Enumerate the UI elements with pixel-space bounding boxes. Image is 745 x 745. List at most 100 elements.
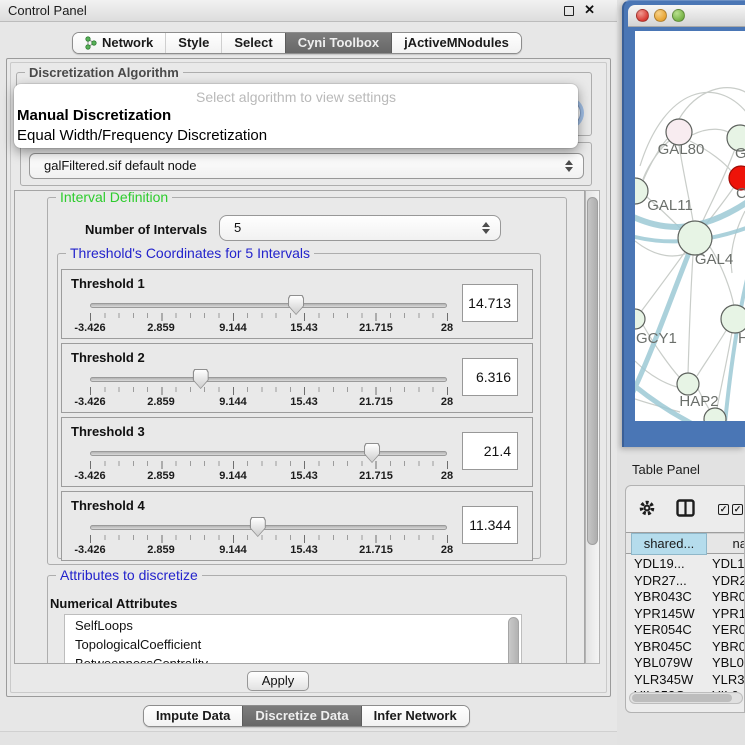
table-horizontal-scrollbar[interactable] xyxy=(629,692,743,704)
threshold-1-label: Threshold 1 xyxy=(71,276,145,291)
discretization-algorithm-label: Discretization Algorithm xyxy=(25,65,183,80)
cell[interactable]: YLR3 xyxy=(712,672,745,689)
select-all-checkbox-icon[interactable]: ✓ xyxy=(732,504,743,515)
minimize-traffic-light-icon[interactable] xyxy=(654,9,667,22)
cell[interactable]: YER054C xyxy=(634,622,692,639)
column-header-shared-name[interactable]: shared... xyxy=(631,533,707,555)
cell[interactable]: YDL1 xyxy=(712,556,745,573)
table-row[interactable]: YDR27... YDR2 xyxy=(626,573,744,590)
table-row[interactable]: YBL079W YBL0 xyxy=(626,655,744,672)
network-node-gal4[interactable] xyxy=(678,221,712,255)
tab-jactivemnodules-label: jActiveMNodules xyxy=(404,33,509,53)
apply-button[interactable]: Apply xyxy=(247,671,309,691)
slider-major-ticks xyxy=(90,535,448,543)
threshold-3-slider-track[interactable] xyxy=(90,451,447,456)
table-row[interactable]: YBR045C YBR0 xyxy=(626,639,744,656)
table-data-combobox[interactable]: galFiltered.sif default node xyxy=(29,153,584,179)
column-header-name[interactable]: na xyxy=(707,533,745,555)
tick-label: 2.859 xyxy=(147,544,175,556)
close-icon[interactable]: ✕ xyxy=(584,2,595,18)
table-row[interactable]: YBR043C YBR0 xyxy=(626,589,744,606)
attributes-group-label: Attributes to discretize xyxy=(56,568,202,583)
tab-impute-data[interactable]: Impute Data xyxy=(144,706,242,726)
float-window-icon[interactable] xyxy=(564,6,574,16)
tick-label: 9.144 xyxy=(219,544,247,556)
number-of-intervals-combobox[interactable]: 5 xyxy=(219,215,501,241)
cell[interactable]: YBR0 xyxy=(712,639,745,656)
node-label-partial: G xyxy=(735,145,745,162)
tab-network[interactable]: Network xyxy=(73,33,165,53)
tick-label: 15.43 xyxy=(290,396,318,408)
option-manual-discretization[interactable]: Manual Discretization xyxy=(14,105,578,125)
threshold-3-slider-thumb[interactable] xyxy=(364,443,380,463)
tab-style[interactable]: Style xyxy=(165,33,221,53)
threshold-2-slider-thumb[interactable] xyxy=(193,369,209,389)
tick-label: -3.426 xyxy=(74,396,105,408)
tick-label: 28 xyxy=(441,396,453,408)
settings-scrollbar[interactable] xyxy=(585,190,600,664)
table-row[interactable]: YDL19... YDL1 xyxy=(626,556,744,573)
node-label-gal80: GAL80 xyxy=(658,141,705,158)
tab-infer-network[interactable]: Infer Network xyxy=(361,706,469,726)
tab-impute-data-label: Impute Data xyxy=(156,706,230,726)
threshold-1-value-field[interactable]: 14.713 xyxy=(462,284,518,322)
cell[interactable]: YBL079W xyxy=(634,655,693,672)
tick-label: 21.715 xyxy=(359,544,393,556)
network-node[interactable] xyxy=(721,305,745,333)
network-node-icon xyxy=(85,36,97,50)
cell[interactable]: YBR043C xyxy=(634,589,692,606)
cell[interactable]: YLR345W xyxy=(634,672,693,689)
tab-jactivemnodules[interactable]: jActiveMNodules xyxy=(391,33,521,53)
threshold-2-value-field[interactable]: 6.316 xyxy=(462,358,518,396)
table-row[interactable]: YER054C YER0 xyxy=(626,622,744,639)
threshold-1-slider-thumb[interactable] xyxy=(288,295,304,315)
threshold-4-value-field[interactable]: 11.344 xyxy=(462,506,518,544)
stepper-arrows-icon xyxy=(565,160,573,172)
table-row[interactable]: YPR145W YPR1 xyxy=(626,606,744,623)
tick-label: -3.426 xyxy=(74,544,105,556)
network-graph[interactable]: GAL80 G C GAL11 GAL4 GCY1 H HAP2 xyxy=(635,31,745,421)
tab-discretize-data[interactable]: Discretize Data xyxy=(242,706,360,726)
list-item[interactable]: SelfLoops xyxy=(65,615,521,634)
scrollbar-thumb[interactable] xyxy=(632,694,732,702)
gear-icon[interactable] xyxy=(638,499,656,517)
scrollbar-thumb[interactable] xyxy=(587,197,598,545)
numerical-attributes-list[interactable]: SelfLoops TopologicalCoefficient Between… xyxy=(64,614,522,664)
tab-select[interactable]: Select xyxy=(221,33,284,53)
cell[interactable]: YDL19... xyxy=(634,556,685,573)
tab-cyni-toolbox[interactable]: Cyni Toolbox xyxy=(285,33,391,53)
threshold-4-slider-track[interactable] xyxy=(90,525,447,530)
cell[interactable]: YDR2 xyxy=(712,573,745,590)
tick-label: 21.715 xyxy=(359,396,393,408)
interval-definition-label: Interval Definition xyxy=(56,190,172,205)
threshold-1-slider-track[interactable] xyxy=(90,303,447,308)
table-body: YDL19... YDL1 YDR27... YDR2 YBR043C YBR0 YP… xyxy=(626,556,744,705)
column-view-icon[interactable] xyxy=(676,499,695,517)
cell[interactable]: YPR1 xyxy=(712,606,745,623)
list-scrollbar[interactable] xyxy=(508,617,519,664)
list-item[interactable]: BetweennessCentrality xyxy=(65,653,521,664)
cell[interactable]: YPR145W xyxy=(634,606,695,623)
threshold-1-panel: Threshold 1 -3.426 2.859 9.144 15.43 21.… xyxy=(61,269,533,339)
cell[interactable]: YER0 xyxy=(712,622,745,639)
cell[interactable]: YDR27... xyxy=(634,573,687,590)
bottom-tabbar: Impute Data Discretize Data Infer Networ… xyxy=(143,705,470,727)
table-panel-header: Table Panel xyxy=(622,455,745,485)
footer-strip xyxy=(0,731,617,745)
network-canvas[interactable]: GAL80 G C GAL11 GAL4 GCY1 H HAP2 xyxy=(635,31,745,421)
cell[interactable]: YBL0 xyxy=(712,655,744,672)
zoom-traffic-light-icon[interactable] xyxy=(672,9,685,22)
threshold-2-slider-track[interactable] xyxy=(90,377,447,382)
network-node-hap2[interactable] xyxy=(677,373,699,395)
option-equal-width-frequency[interactable]: Equal Width/Frequency Discretization xyxy=(14,125,578,145)
threshold-3-value-field[interactable]: 21.4 xyxy=(462,432,518,470)
cell[interactable]: YBR045C xyxy=(634,639,692,656)
list-item[interactable]: TopologicalCoefficient xyxy=(65,634,521,653)
network-node-gal11[interactable] xyxy=(635,178,648,204)
network-window-titlebar[interactable] xyxy=(628,5,745,27)
close-traffic-light-icon[interactable] xyxy=(636,9,649,22)
select-all-checkbox-icon[interactable]: ✓ xyxy=(718,504,729,515)
cell[interactable]: YBR0 xyxy=(712,589,745,606)
table-row[interactable]: YLR345W YLR3 xyxy=(626,672,744,689)
threshold-4-slider-thumb[interactable] xyxy=(250,517,266,537)
